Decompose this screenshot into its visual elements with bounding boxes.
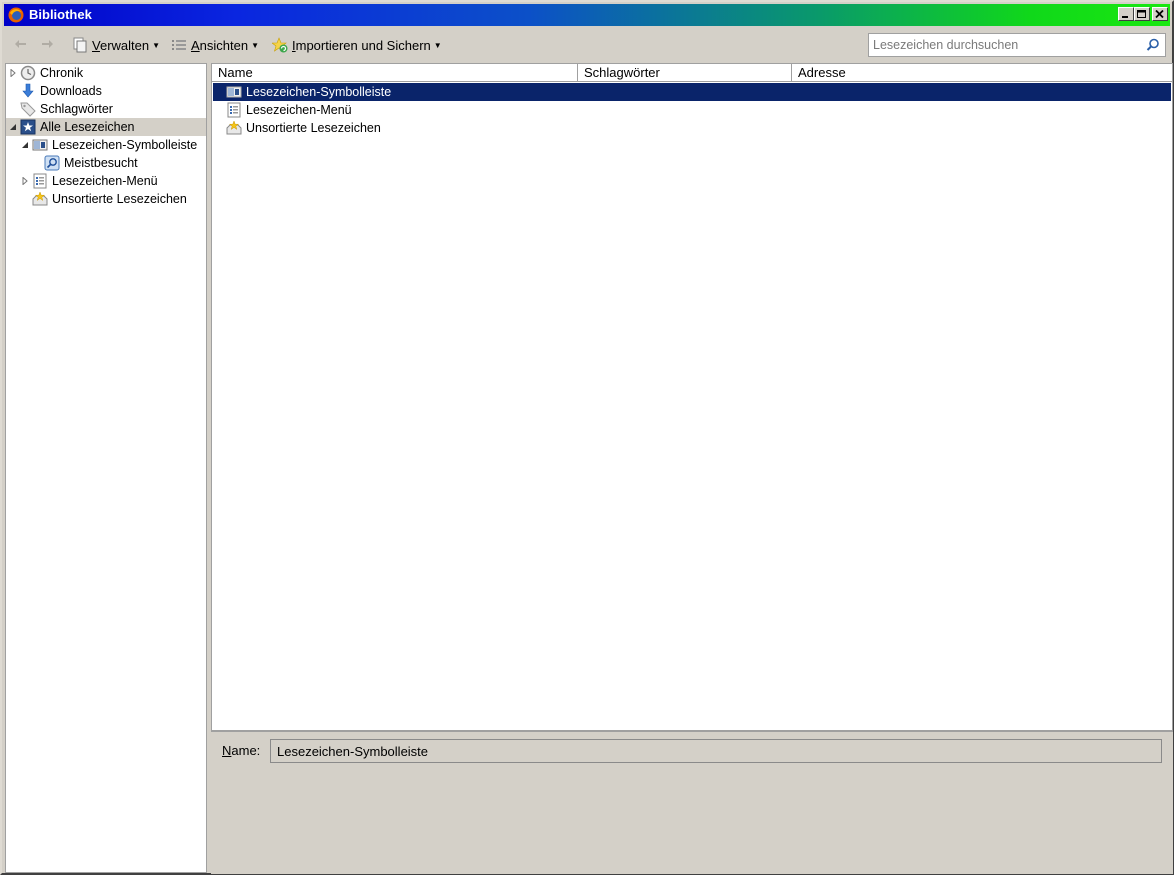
views-button[interactable]: Ansichten ▼ [171, 36, 259, 54]
minimize-icon [1122, 16, 1128, 18]
details-pane: Name: Lesezeichen-Symbolleiste [211, 731, 1173, 874]
bookmarks-toolbar-icon [32, 139, 48, 151]
clock-icon [20, 65, 36, 81]
dropdown-arrow-icon: ▼ [152, 40, 161, 50]
minimize-button[interactable] [1118, 7, 1134, 21]
table-row[interactable]: Lesezeichen-Menü [213, 101, 1171, 119]
bookmarks-menu-icon [33, 173, 47, 189]
search-icon[interactable] [1146, 38, 1160, 52]
name-field[interactable]: Lesezeichen-Symbolleiste [270, 739, 1162, 763]
library-window: Bibliothek Verwalten ▼ Ansichten ▼ Impor… [0, 0, 1174, 875]
collapse-twisty-icon[interactable] [9, 123, 17, 131]
search-input[interactable] [873, 37, 1135, 53]
sidebar-item-bookmarks-toolbar[interactable]: Lesezeichen-Symbolleiste [6, 136, 206, 154]
tag-icon [20, 102, 36, 117]
all-bookmarks-icon [20, 119, 36, 135]
sidebar-item-all-bookmarks[interactable]: Alle Lesezeichen [6, 118, 206, 136]
row-name: Lesezeichen-Menü [246, 103, 352, 117]
forward-icon[interactable] [39, 36, 55, 52]
organize-label: Verwalten [92, 37, 150, 53]
unsorted-bookmarks-icon [226, 120, 242, 135]
import-backup-icon [272, 37, 288, 53]
table-row[interactable]: Unsortierte Lesezeichen [213, 119, 1171, 137]
download-arrow-icon [22, 83, 34, 98]
sidebar-item-downloads[interactable]: Downloads [6, 82, 206, 100]
maximize-button[interactable] [1134, 7, 1150, 21]
sidebar-item-unsorted-bookmarks[interactable]: Unsortierte Lesezeichen [6, 190, 206, 208]
name-label: Name: [222, 743, 261, 758]
maximize-icon [1137, 10, 1146, 18]
expand-twisty-icon[interactable] [21, 177, 29, 185]
sidebar-item-most-visited[interactable]: Meistbesucht [6, 154, 206, 172]
row-name: Unsortierte Lesezeichen [246, 121, 381, 135]
sidebar-item-bookmarks-menu[interactable]: Lesezeichen-Menü [6, 172, 206, 190]
column-header-tags[interactable]: Schlagwörter [578, 64, 792, 82]
dropdown-arrow-icon: ▼ [433, 40, 442, 50]
views-icon [172, 40, 186, 50]
sidebar-item-label: Schlagwörter [40, 102, 113, 116]
smart-folder-icon [44, 155, 60, 171]
firefox-icon [8, 7, 24, 23]
unsorted-bookmarks-icon [32, 191, 48, 206]
search-box[interactable] [868, 33, 1166, 57]
toolbar: Verwalten ▼ Ansichten ▼ Importieren und … [4, 28, 1170, 62]
expand-twisty-icon[interactable] [9, 69, 17, 77]
sidebar-tree: Chronik Downloads Schlagwörter Alle Lese… [5, 63, 207, 873]
sidebar-item-history[interactable]: Chronik [6, 64, 206, 82]
organize-icon [73, 37, 87, 53]
dropdown-arrow-icon: ▼ [251, 40, 260, 50]
window-title: Bibliothek [29, 7, 92, 22]
collapse-twisty-icon[interactable] [21, 141, 29, 149]
row-name: Lesezeichen-Symbolleiste [246, 85, 392, 99]
bookmarks-menu-icon [227, 102, 241, 118]
title-bar[interactable]: Bibliothek [4, 4, 1170, 26]
sidebar-item-tags[interactable]: Schlagwörter [6, 100, 206, 118]
close-button[interactable] [1152, 7, 1168, 21]
bookmarks-toolbar-icon [226, 86, 242, 98]
sidebar-item-label: Lesezeichen-Menü [52, 174, 158, 188]
organize-button[interactable]: Verwalten ▼ [72, 36, 160, 54]
column-header-name[interactable]: Name [212, 64, 578, 82]
import-backup-button[interactable]: Importieren und Sichern ▼ [272, 36, 442, 54]
back-icon[interactable] [13, 36, 29, 52]
sidebar-item-label: Alle Lesezeichen [40, 120, 135, 134]
sidebar-item-label: Downloads [40, 84, 102, 98]
close-icon [1155, 10, 1164, 19]
import-backup-label: Importieren und Sichern [292, 37, 431, 53]
bookmark-list: Name Schlagwörter Adresse Lesezeichen-Sy… [211, 63, 1173, 731]
sidebar-item-label: Meistbesucht [64, 156, 138, 170]
sidebar-item-label: Lesezeichen-Symbolleiste [52, 138, 198, 152]
views-label: Ansichten [191, 37, 249, 53]
column-header-address[interactable]: Adresse [792, 64, 1172, 82]
table-row[interactable]: Lesezeichen-Symbolleiste [213, 83, 1171, 101]
sidebar-item-label: Unsortierte Lesezeichen [52, 192, 187, 206]
sidebar-item-label: Chronik [40, 66, 84, 80]
